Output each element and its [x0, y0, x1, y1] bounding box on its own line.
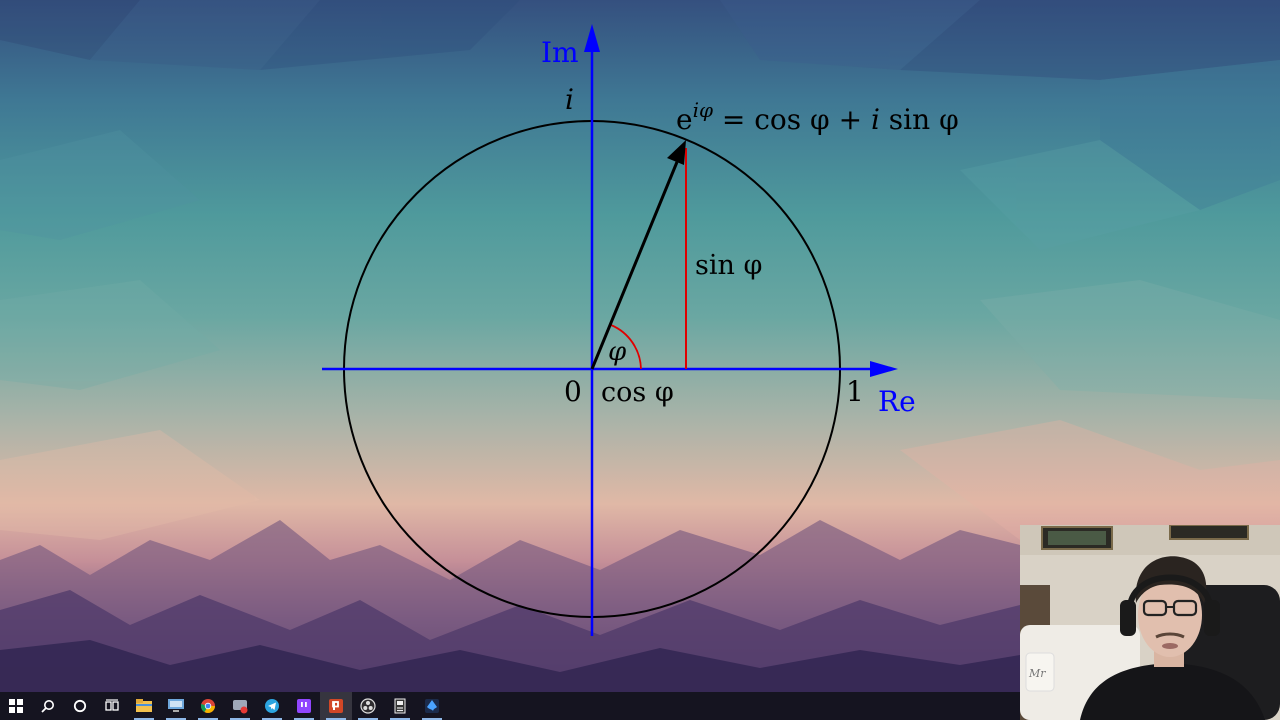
imaginary-axis-label: Im	[541, 36, 579, 69]
one-label: 1	[846, 375, 864, 408]
formula-rhs-part2: sin φ	[879, 103, 959, 136]
webcam-overlay: Mr	[1020, 525, 1280, 720]
wall-picture-frame	[1169, 525, 1249, 540]
formula-rhs-i: i	[870, 103, 880, 136]
euler-formula: eiφ = cos φ + i sin φ	[676, 100, 959, 134]
formula-exponent: iφ	[692, 98, 713, 122]
powerpoint-icon[interactable]	[320, 692, 352, 720]
imaginary-axis-arrowhead	[584, 24, 600, 52]
formula-rhs-part1: = cos φ +	[721, 103, 871, 136]
file-explorer-icon[interactable]	[128, 692, 160, 720]
unit-vector-arrowhead	[667, 140, 686, 165]
cushion-text: Mr	[1028, 667, 1046, 680]
taskbar	[0, 692, 1020, 720]
obs-icon[interactable]	[352, 692, 384, 720]
telegram-icon[interactable]	[256, 692, 288, 720]
inkscape-icon[interactable]	[416, 692, 448, 720]
twitch-icon[interactable]	[288, 692, 320, 720]
utility-app-icon[interactable]	[384, 692, 416, 720]
angle-phi-label: φ	[608, 337, 627, 367]
webcam-feed: Mr	[1020, 525, 1280, 720]
cortana-circle-icon[interactable]	[64, 692, 96, 720]
unit-vector	[590, 161, 679, 370]
origin-label: 0	[564, 375, 582, 408]
search-icon[interactable]	[32, 692, 64, 720]
chrome-icon[interactable]	[192, 692, 224, 720]
messenger-icon[interactable]	[224, 692, 256, 720]
real-axis-arrowhead	[870, 361, 898, 377]
cosine-label: cos φ	[601, 377, 674, 408]
imaginary-unit-label: i	[565, 83, 574, 116]
real-axis-label: Re	[878, 385, 916, 418]
windows-start-icon[interactable]	[0, 692, 32, 720]
task-view-icon[interactable]	[96, 692, 128, 720]
formula-base: e	[676, 103, 693, 136]
sine-label: sin φ	[695, 250, 763, 281]
remote-desktop-icon[interactable]	[160, 692, 192, 720]
